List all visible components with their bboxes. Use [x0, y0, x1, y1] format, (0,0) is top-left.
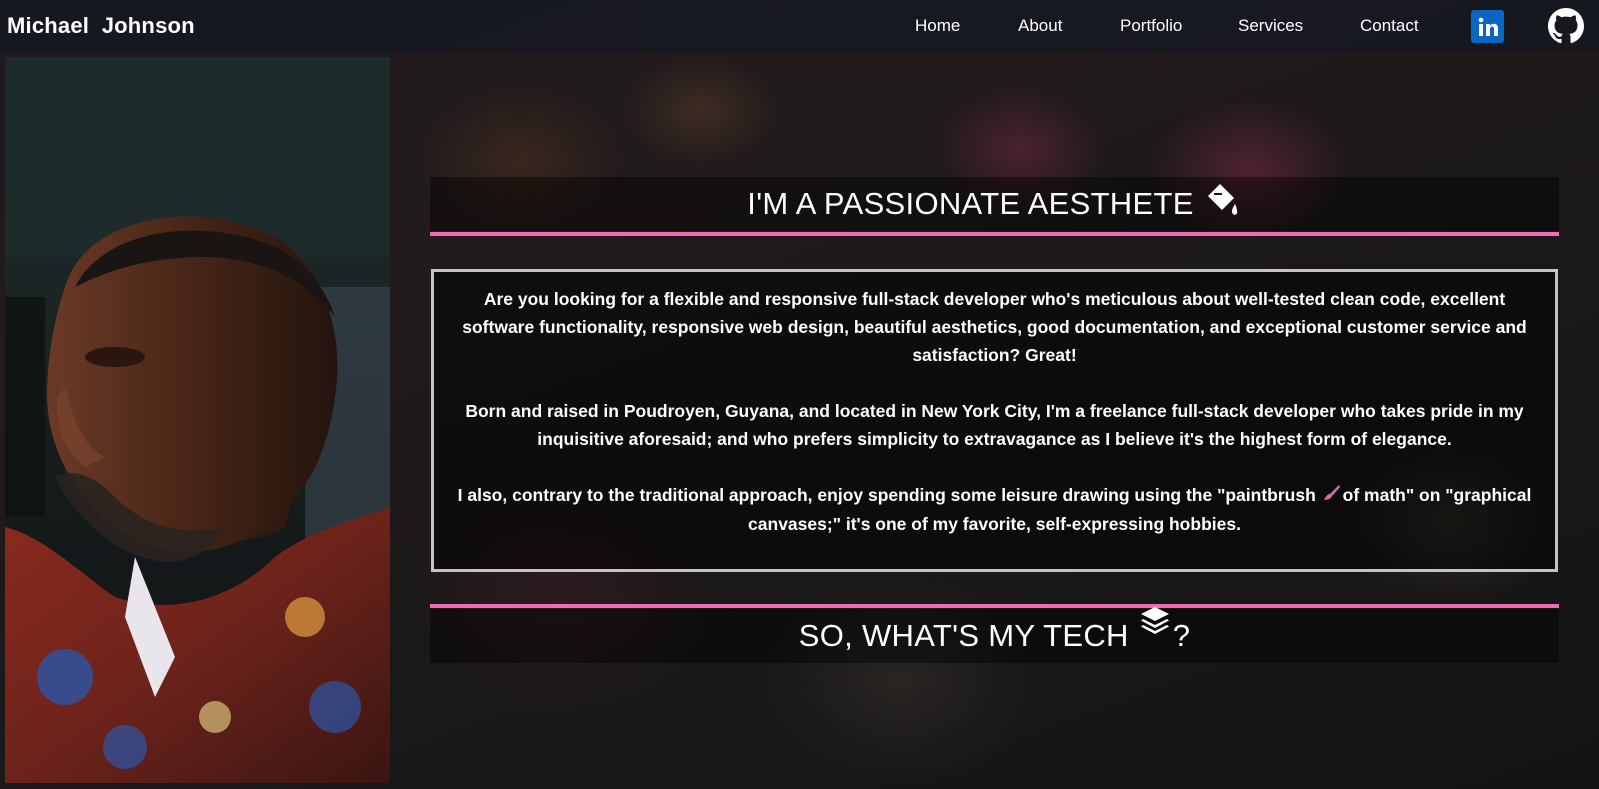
portrait-illustration [5, 57, 390, 783]
github-icon[interactable] [1548, 8, 1584, 44]
about-paragraph-2: Born and raised in Poudroyen, Guyana, an… [465, 401, 1524, 449]
nav-link-contact[interactable]: Contact [1360, 16, 1419, 36]
linkedin-icon[interactable] [1471, 10, 1504, 43]
github-glyph [1548, 8, 1584, 44]
paint-bucket-icon [1202, 180, 1242, 228]
paintbrush-icon [1323, 482, 1341, 510]
linkedin-glyph [1478, 17, 1498, 36]
about-paragraph-1: Are you looking for a flexible and respo… [462, 289, 1527, 365]
nav-link-about[interactable]: About [1018, 16, 1062, 36]
about-text-box: Are you looking for a flexible and respo… [431, 269, 1558, 572]
brand-name[interactable]: Michael Johnson [7, 13, 195, 39]
navbar: Michael Johnson Home About Portfolio Ser… [0, 0, 1599, 52]
nav-link-home[interactable]: Home [915, 16, 960, 36]
tech-title: SO, WHAT'S MY TECH ? [430, 607, 1559, 663]
about-paragraph-3-start: I also, contrary to the traditional appr… [457, 485, 1316, 505]
profile-photo [5, 57, 390, 783]
nav-link-services[interactable]: Services [1238, 16, 1303, 36]
title-divider-top [430, 232, 1559, 236]
nav-link-portfolio[interactable]: Portfolio [1120, 16, 1182, 36]
about-paragraph-3: I also, contrary to the traditional appr… [450, 481, 1539, 538]
title-divider-bottom [430, 604, 1559, 608]
tech-title-suffix: ? [1172, 618, 1191, 653]
about-title: I'M A PASSIONATE AESTHETE [430, 177, 1559, 231]
about-title-text: I'M A PASSIONATE AESTHETE [747, 186, 1194, 221]
tech-title-text: SO, WHAT'S MY TECH [798, 618, 1129, 653]
layers-icon [1139, 604, 1171, 644]
